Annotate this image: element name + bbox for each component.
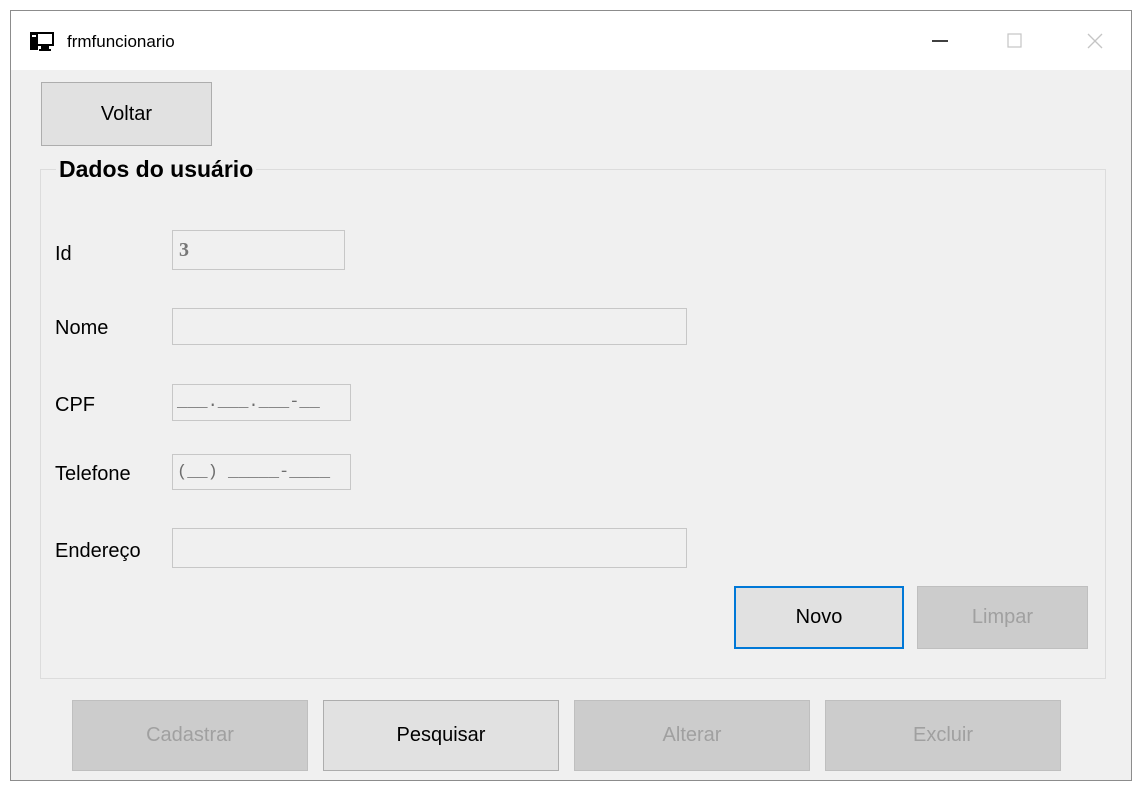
id-label: Id [55,243,72,265]
window-title: frmfuncionario [67,32,175,51]
endereco-label: Endereço [55,540,141,562]
maximize-button[interactable] [986,11,1044,70]
telefone-masked-input[interactable]: (__) _____-____ [172,454,351,490]
endereco-input[interactable] [172,528,687,568]
app-icon [29,31,55,53]
pesquisar-button[interactable]: Pesquisar [323,700,559,771]
title-bar[interactable]: frmfuncionario [11,11,1131,70]
voltar-button[interactable]: Voltar [41,82,212,146]
minimize-icon [932,40,948,42]
alterar-button[interactable]: Alterar [574,700,810,771]
close-icon [1087,33,1103,49]
cpf-masked-input[interactable]: ___.___.___-__ [172,384,351,421]
id-field[interactable]: 3 [172,230,345,270]
id-value: 3 [179,238,189,261]
limpar-button[interactable]: Limpar [917,586,1088,649]
telefone-label: Telefone [55,463,131,485]
excluir-button[interactable]: Excluir [825,700,1061,771]
nome-input[interactable] [172,308,687,345]
main-window: frmfuncionario Voltar Dados do usuário I… [10,10,1132,781]
telefone-mask: (__) _____-____ [177,462,331,482]
nome-label: Nome [55,317,109,339]
close-button[interactable] [1066,11,1124,70]
novo-button[interactable]: Novo [734,586,904,649]
maximize-icon [1007,33,1022,48]
group-title: Dados do usuário [56,156,257,183]
cpf-label: CPF [55,394,95,416]
minimize-button[interactable] [911,11,969,70]
cadastrar-button[interactable]: Cadastrar [72,700,308,771]
cpf-mask: ___.___.___-__ [177,393,320,412]
